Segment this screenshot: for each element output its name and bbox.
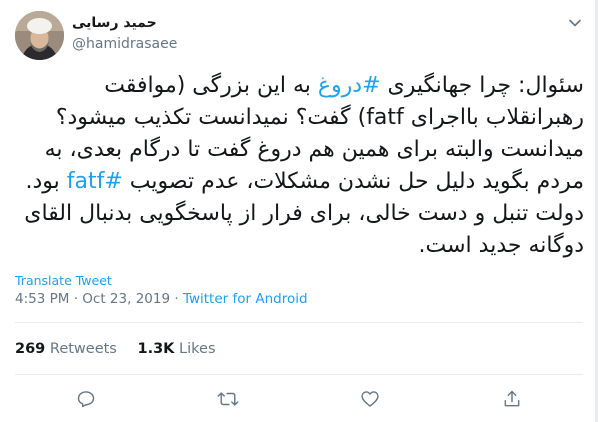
chevron-down-icon — [569, 19, 581, 27]
likes-count: 1.3K — [137, 341, 175, 357]
hashtag-link[interactable]: #دروغ — [318, 73, 381, 98]
retweets-label: Retweets — [49, 341, 117, 357]
hashtag-link[interactable]: #fatf — [67, 169, 123, 194]
share-icon — [504, 390, 520, 407]
author-display-name[interactable]: حمید رسایی — [72, 15, 157, 31]
reply-icon — [77, 391, 95, 408]
more-options-button[interactable] — [566, 14, 584, 32]
tweet-source-link[interactable]: Twitter for Android — [183, 291, 308, 307]
retweet-icon — [217, 392, 239, 406]
retweets-count: 269 — [15, 341, 46, 357]
tweet-time[interactable]: 4:53 PM — [15, 291, 69, 307]
tweet-metadata: 4:53 PM · Oct 23, 2019 · Twitter for And… — [15, 291, 308, 307]
reply-button[interactable] — [75, 388, 97, 410]
likes-stat[interactable]: 1.3K Likes — [137, 341, 215, 357]
tweet-text-segment: سئوال: چرا جهانگیری — [380, 73, 584, 98]
avatar[interactable] — [15, 11, 64, 60]
meta-separator: · — [174, 291, 179, 307]
likes-label: Likes — [179, 341, 216, 357]
divider — [15, 374, 583, 375]
tweet-text: سئوال: چرا جهانگیری #دروغ به این بزرگی (… — [14, 70, 584, 262]
like-button[interactable] — [359, 388, 381, 410]
author-handle[interactable]: @hamidrasaee — [72, 36, 177, 52]
divider — [15, 322, 583, 323]
share-button[interactable] — [501, 388, 523, 410]
tweet-date[interactable]: Oct 23, 2019 — [82, 291, 170, 307]
translate-tweet-link[interactable]: Translate Tweet — [15, 273, 112, 288]
heart-icon — [361, 391, 379, 407]
retweets-stat[interactable]: 269 Retweets — [15, 341, 117, 357]
meta-separator: · — [73, 291, 78, 307]
retweet-button[interactable] — [217, 388, 239, 410]
engagement-stats: 269 Retweets 1.3K Likes — [15, 341, 232, 357]
